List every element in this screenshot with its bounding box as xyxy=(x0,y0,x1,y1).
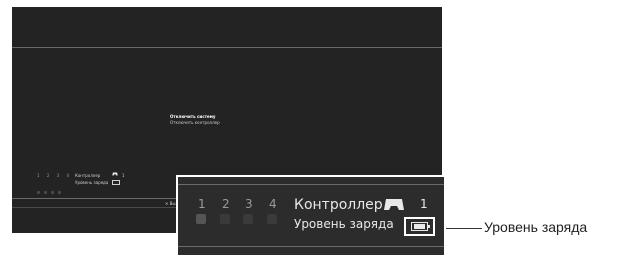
gamepad-icon xyxy=(112,172,118,176)
zoom-port-number-4: 4 xyxy=(269,197,277,211)
port-indicator-3 xyxy=(243,214,253,224)
callout-label: Уровень заряда xyxy=(484,219,588,235)
zoom-inset: 1 2 3 4 Контроллер 1 Уровень заряда xyxy=(176,175,446,257)
zoom-top-divider xyxy=(178,184,444,185)
port-indicators xyxy=(37,179,65,194)
zoom-controller-number: 1 xyxy=(420,197,428,211)
battery-icon xyxy=(112,180,120,185)
port-indicator xyxy=(37,191,40,194)
port-number-4: 4 xyxy=(66,173,73,178)
menu-item-disconnect-controller[interactable]: Отключить контроллер xyxy=(170,120,220,126)
battery-terminal xyxy=(428,225,430,228)
zoom-port-numbers: 1 2 3 4 xyxy=(196,197,286,213)
battery-label: Уровень заряда xyxy=(75,180,109,185)
battery-fill xyxy=(414,224,425,229)
cross-button-hint: ✕ Вы xyxy=(165,201,176,206)
callout-line xyxy=(446,228,482,229)
zoom-port-number-3: 3 xyxy=(245,197,253,211)
top-divider xyxy=(12,47,442,48)
port-indicator-4 xyxy=(267,214,277,224)
port-number-3: 3 xyxy=(56,173,63,178)
controller-number: 1 xyxy=(122,173,125,178)
port-indicator xyxy=(51,191,54,194)
zoom-port-indicators xyxy=(196,214,286,224)
port-indicator-1 xyxy=(196,214,206,224)
port-number-1: 1 xyxy=(37,173,43,178)
system-menu: Отключить систему Отключить контроллер xyxy=(170,114,220,126)
controller-label: Контроллер xyxy=(75,173,101,178)
zoom-battery-label: Уровень заряда xyxy=(294,217,394,231)
port-numbers: 1 2 3 4 xyxy=(37,173,72,178)
zoom-port-number-1: 1 xyxy=(198,197,206,211)
zoom-bottom-divider xyxy=(178,246,444,247)
battery-highlight-box xyxy=(404,217,435,236)
port-indicator xyxy=(44,191,47,194)
status-bar-mini: 1 2 3 4 Контроллер Уровень заряда 1 xyxy=(37,172,197,194)
port-number-2: 2 xyxy=(46,173,53,178)
zoom-controller-label: Контроллер xyxy=(294,197,383,213)
port-indicator xyxy=(58,191,61,194)
zoom-port-number-2: 2 xyxy=(222,197,230,211)
port-indicator-2 xyxy=(220,214,230,224)
battery-icon xyxy=(411,222,428,231)
gamepad-icon xyxy=(384,199,404,210)
